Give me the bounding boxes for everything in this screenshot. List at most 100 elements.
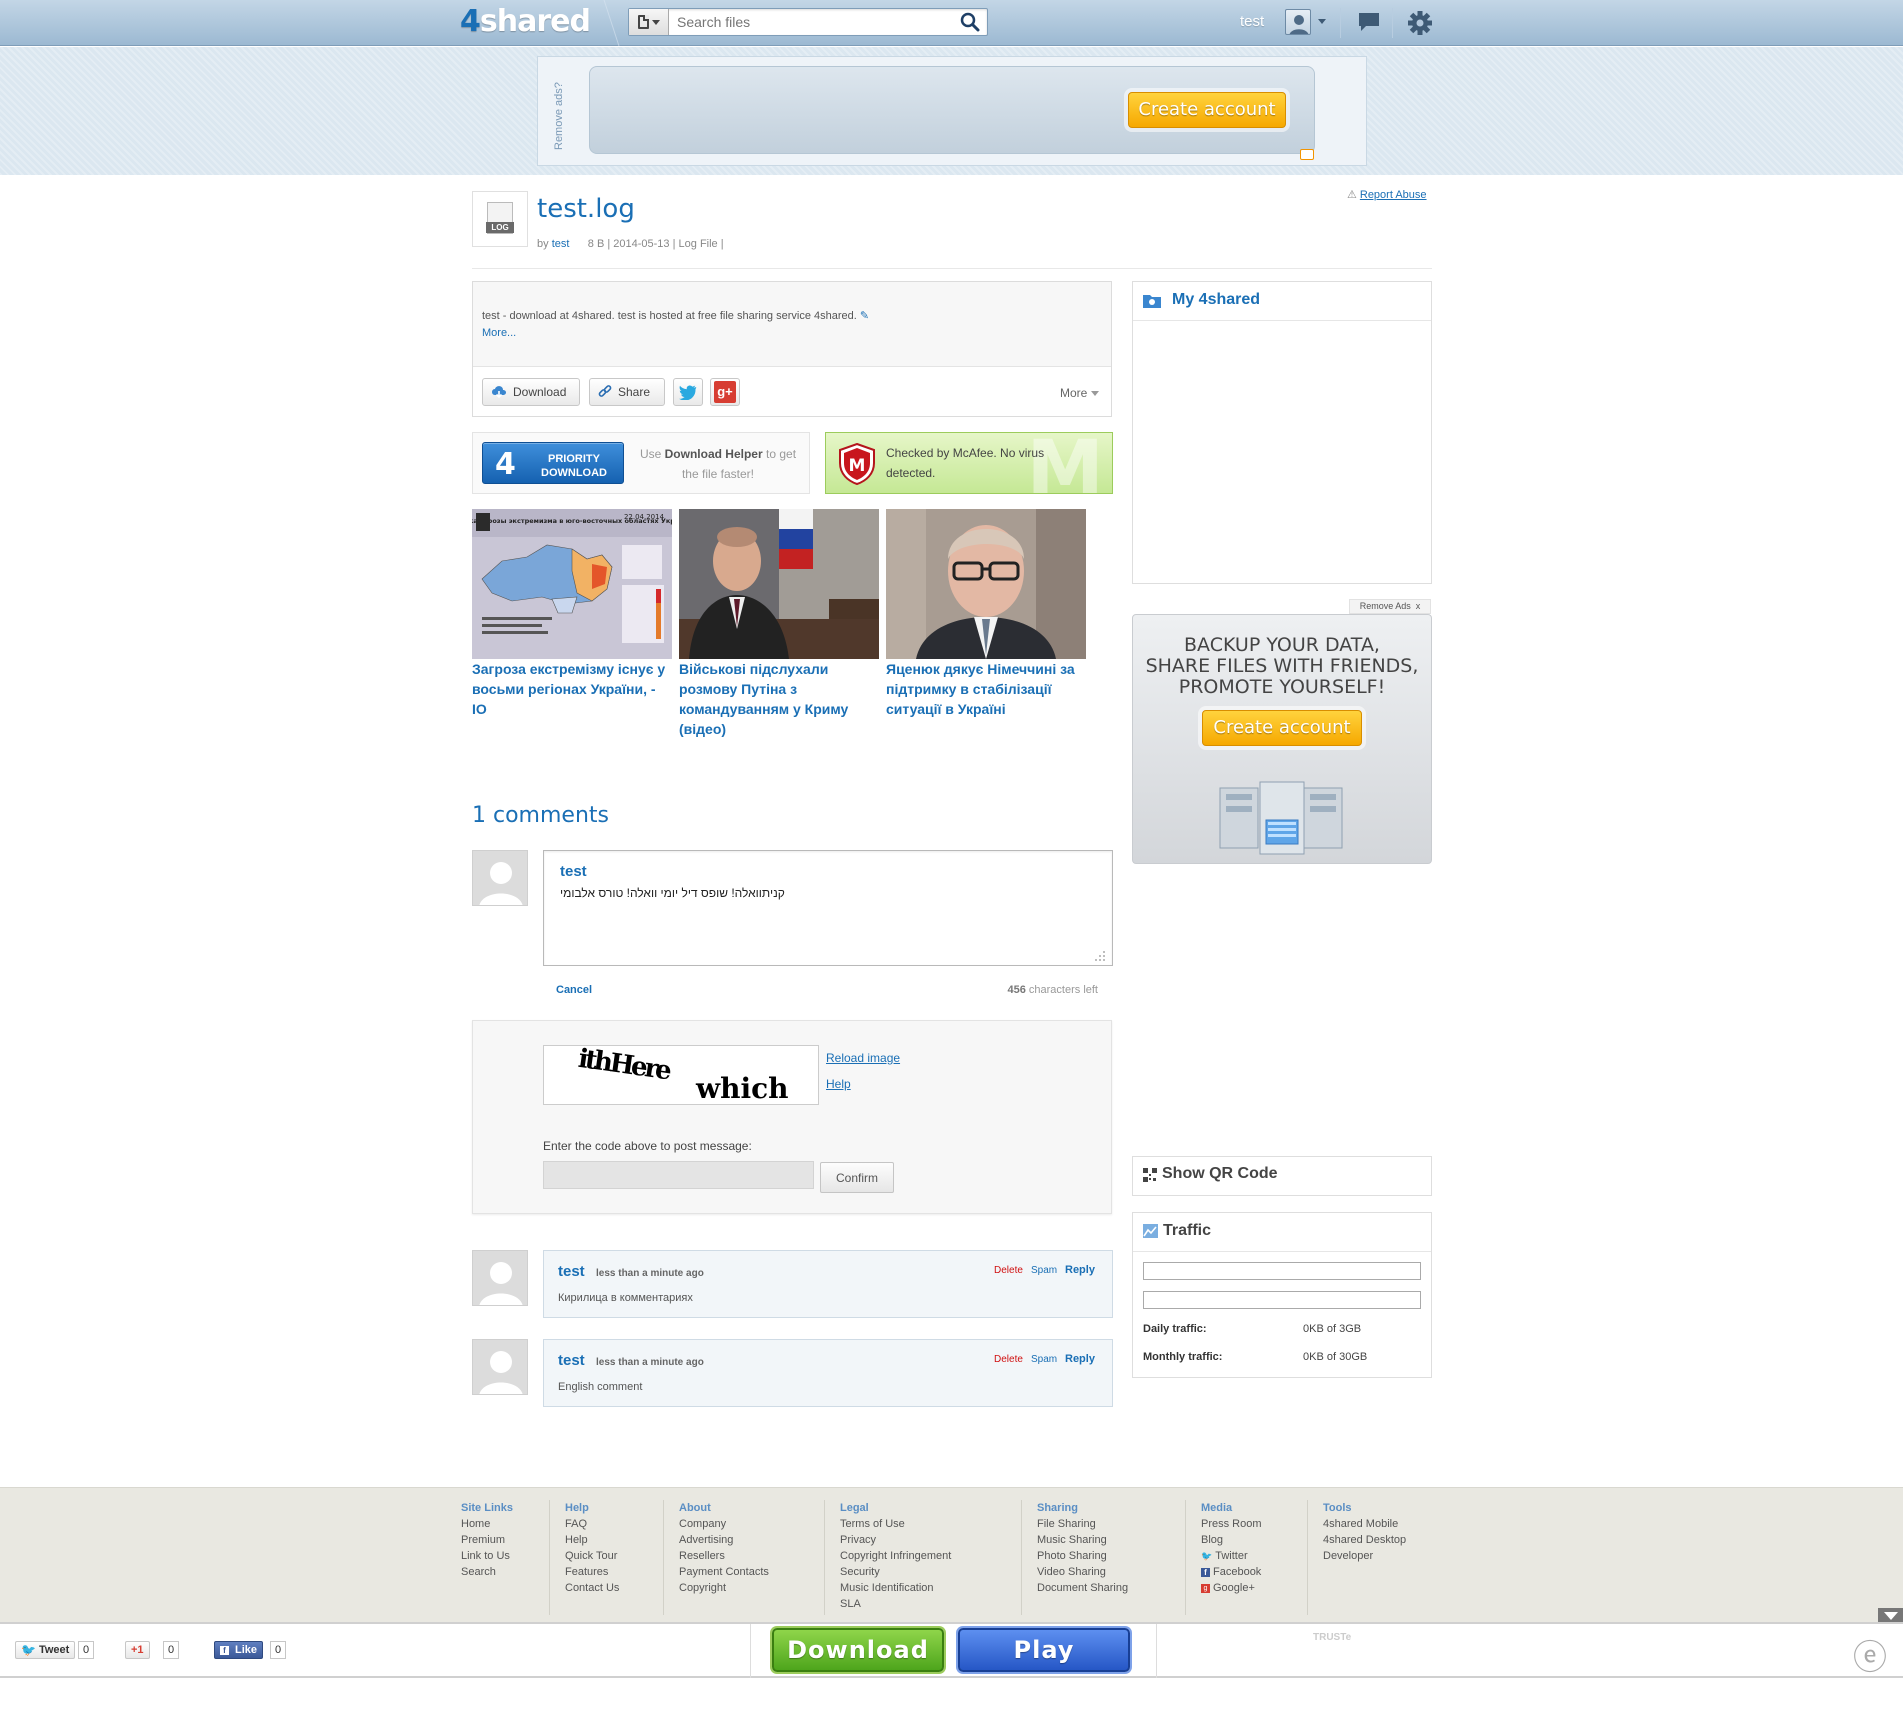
owner-link[interactable]: test xyxy=(552,238,570,250)
truste-seal[interactable]: TRUSTe xyxy=(1313,1632,1351,1643)
google-plus-one-button[interactable]: +1 xyxy=(125,1641,150,1659)
comment-time: less than a minute ago xyxy=(596,1268,704,1279)
news-link[interactable]: Яценюк дякує Німеччині за підтримку в ст… xyxy=(886,659,1086,719)
footer-link[interactable]: Features xyxy=(565,1564,619,1580)
footer-googleplus-link[interactable]: g Google+ xyxy=(1201,1580,1262,1596)
footer-link[interactable]: Press Room xyxy=(1201,1516,1262,1532)
footer-link[interactable]: Link to Us xyxy=(461,1548,513,1564)
logo[interactable]: 4shared xyxy=(460,4,591,39)
footer-link[interactable]: Music Identification xyxy=(840,1580,951,1596)
user-avatar-icon[interactable] xyxy=(1285,9,1311,35)
footer-col-help: Help FAQ Help Quick Tour Features Contac… xyxy=(565,1502,620,1596)
delete-comment-link[interactable]: Delete xyxy=(994,1354,1023,1365)
comment-author[interactable]: test xyxy=(558,1263,585,1280)
search-type-dropdown[interactable] xyxy=(629,9,669,35)
footer-link[interactable]: Photo Sharing xyxy=(1037,1548,1128,1564)
footer-link[interactable]: Music Sharing xyxy=(1037,1532,1128,1548)
user-menu-chevron-icon[interactable] xyxy=(1318,19,1326,24)
spam-comment-link[interactable]: Spam xyxy=(1031,1354,1057,1365)
resize-handle-icon[interactable] xyxy=(1094,950,1106,962)
news-link[interactable]: Загроза екстремізму існує у восьми регіо… xyxy=(472,659,672,719)
more-actions-dropdown[interactable]: More xyxy=(1060,386,1099,400)
description-more-link[interactable]: More... xyxy=(482,327,516,339)
footer-link[interactable]: Developer xyxy=(1323,1548,1406,1564)
messages-icon[interactable] xyxy=(1357,11,1381,36)
footer-link[interactable]: Quick Tour xyxy=(565,1548,619,1564)
footer-link[interactable]: Help xyxy=(565,1532,619,1548)
download-helper-link[interactable]: Download Helper xyxy=(665,447,763,461)
footer-link[interactable]: Contact Us xyxy=(565,1580,619,1596)
remove-ads-button[interactable]: Remove Ads x xyxy=(1349,599,1431,614)
footer-link[interactable]: Payment Contacts xyxy=(679,1564,769,1580)
search-input[interactable] xyxy=(675,12,955,32)
tweet-button[interactable]: 🐦 Tweet xyxy=(15,1641,76,1659)
show-qr-code-link[interactable]: Show QR Code xyxy=(1162,1165,1278,1183)
footer-link[interactable]: Document Sharing xyxy=(1037,1580,1128,1596)
footer-link[interactable]: Resellers xyxy=(679,1548,769,1564)
google-plus-count: 0 xyxy=(163,1641,180,1659)
file-title: test.log xyxy=(537,194,635,224)
bottom-download-button[interactable]: Download xyxy=(772,1628,944,1672)
delete-comment-link[interactable]: Delete xyxy=(994,1265,1023,1276)
reply-comment-link[interactable]: Reply xyxy=(1065,1264,1095,1276)
footer-facebook-link[interactable]: f Facebook xyxy=(1201,1564,1262,1580)
e-logo-icon[interactable]: ⓔ xyxy=(1853,1630,1887,1679)
priority-download-button[interactable]: 4 PRIORITY DOWNLOAD xyxy=(482,442,624,484)
footer-link[interactable]: 4shared Desktop xyxy=(1323,1532,1406,1548)
remove-ads-link[interactable]: Remove ads? xyxy=(553,82,565,150)
username[interactable]: test xyxy=(1240,13,1264,30)
download-button[interactable]: Download xyxy=(482,378,580,406)
footer-link[interactable]: SLA xyxy=(840,1596,951,1612)
footer-link[interactable]: Advertising xyxy=(679,1532,769,1548)
file-type-label: LOG xyxy=(486,222,514,233)
footer-link[interactable]: Privacy xyxy=(840,1532,951,1548)
captcha-help-link[interactable]: Help xyxy=(826,1077,851,1091)
footer-link[interactable]: File Sharing xyxy=(1037,1516,1128,1532)
gear-icon[interactable] xyxy=(1407,10,1433,39)
footer-link[interactable]: Video Sharing xyxy=(1037,1564,1128,1580)
footer-link[interactable]: FAQ xyxy=(565,1516,619,1532)
search-icon[interactable] xyxy=(959,12,981,32)
footer-link[interactable]: Company xyxy=(679,1516,769,1532)
file-size: 8 B xyxy=(587,238,605,250)
edit-pencil-icon[interactable]: ✎ xyxy=(860,310,869,322)
confirm-button[interactable]: Confirm xyxy=(820,1162,894,1193)
footer-link[interactable]: Terms of Use xyxy=(840,1516,951,1532)
footer-link[interactable]: Security xyxy=(840,1564,951,1580)
footer-link[interactable]: Search xyxy=(461,1564,513,1580)
divider xyxy=(824,1500,825,1615)
comment-draft-text[interactable]: קניתוואלה! שופס דיל יומי וואלה! טורס אלב… xyxy=(560,886,785,900)
comment-author[interactable]: test xyxy=(558,1352,585,1369)
footer-link[interactable]: Copyright xyxy=(679,1580,769,1596)
google-plus-share-button[interactable]: g+ xyxy=(710,378,740,406)
daily-traffic-bar xyxy=(1143,1262,1421,1280)
captcha-code-input[interactable] xyxy=(543,1161,814,1189)
avatar xyxy=(472,1250,528,1306)
news-link[interactable]: Військові підслухали розмову Путіна з ко… xyxy=(679,659,879,739)
bottom-play-button[interactable]: Play xyxy=(958,1628,1130,1672)
chart-icon xyxy=(1143,1224,1158,1238)
reply-comment-link[interactable]: Reply xyxy=(1065,1353,1095,1365)
news-image-yatsenyuk[interactable] xyxy=(886,509,1086,659)
comment-textarea[interactable] xyxy=(543,850,1113,966)
footer-link[interactable]: Blog xyxy=(1201,1532,1262,1548)
spam-comment-link[interactable]: Spam xyxy=(1031,1265,1057,1276)
cancel-link[interactable]: Cancel xyxy=(556,984,592,996)
footer-link[interactable]: Home xyxy=(461,1516,513,1532)
footer-link[interactable]: Copyright Infringement xyxy=(840,1548,951,1564)
share-button[interactable]: Share xyxy=(589,378,665,406)
my4shared-title[interactable]: My 4shared xyxy=(1172,291,1260,309)
characters-left-counter: 456 characters left xyxy=(1007,984,1098,996)
report-abuse-link[interactable]: ⚠ Report Abuse xyxy=(1347,188,1427,201)
footer-link[interactable]: 4shared Mobile xyxy=(1323,1516,1406,1532)
sidebar-create-account-button[interactable]: Create account xyxy=(1202,710,1362,746)
reload-captcha-link[interactable]: Reload image xyxy=(826,1051,900,1065)
footer-link[interactable]: Premium xyxy=(461,1532,513,1548)
create-account-button[interactable]: Create account xyxy=(1128,92,1286,128)
news-image-map[interactable]: Оценка угрозы экстремизма в юго-восточны… xyxy=(472,509,672,659)
facebook-like-button[interactable]: f Like xyxy=(214,1641,264,1659)
news-image-putin[interactable] xyxy=(679,509,879,659)
footer-twitter-link[interactable]: 🐦 Twitter xyxy=(1201,1548,1262,1564)
adchoices-icon[interactable] xyxy=(1300,149,1314,160)
twitter-share-button[interactable] xyxy=(673,378,703,406)
